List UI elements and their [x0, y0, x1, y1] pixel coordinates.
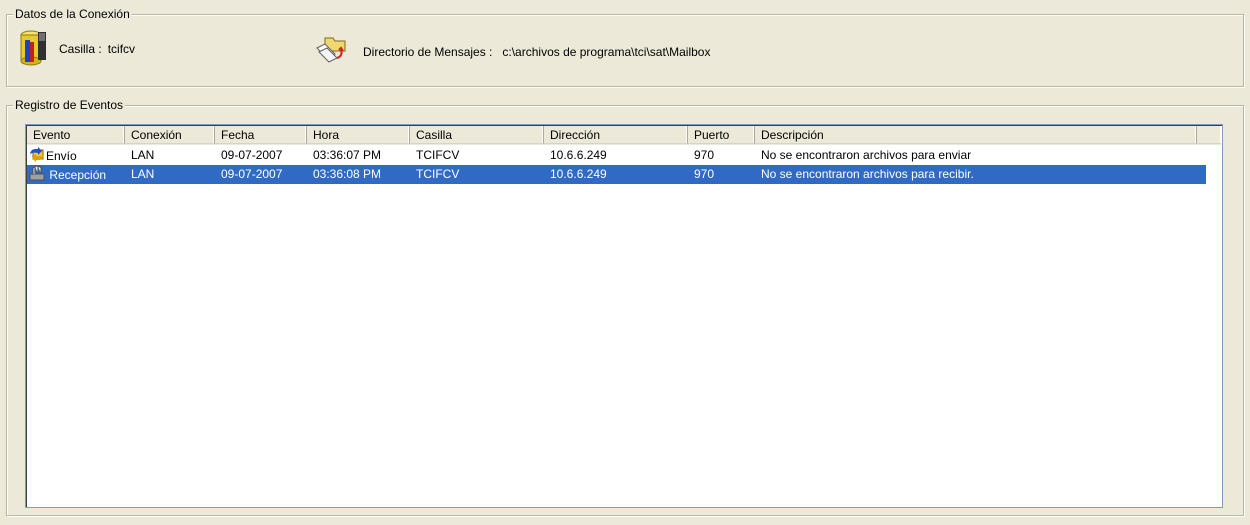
column-header-conexion[interactable]: Conexión [125, 126, 215, 144]
cell-direccion: 10.6.6.249 [550, 148, 607, 162]
events-legend: Registro de Eventos [13, 98, 126, 112]
evento-text: Recepción [49, 168, 107, 183]
connection-groupbox: Datos de la Conexión Casilla : tcifcv Di… [6, 7, 1244, 87]
cell-puerto: 970 [694, 148, 715, 162]
database-tools-icon [19, 28, 49, 69]
cell-direccion: 10.6.6.249 [550, 167, 607, 181]
connection-legend: Datos de la Conexión [13, 7, 132, 21]
casilla-value: tcifcv [107, 41, 136, 56]
evento-text: Envío [46, 149, 77, 164]
cell-evento: Envío [27, 146, 125, 165]
directorio-label: Directorio de Mensajes : [363, 44, 493, 59]
column-header-casilla[interactable]: Casilla [410, 126, 544, 144]
cell-fecha: 09-07-2007 [221, 167, 283, 181]
column-header-fecha[interactable]: Fecha [215, 126, 307, 144]
cell-hora: 03:36:08 PM [313, 167, 382, 181]
cell-descripcion: No se encontraron archivos para enviar [761, 148, 972, 162]
column-header-descripcion[interactable]: Descripción [755, 126, 1197, 144]
cell-fecha: 09-07-2007 [221, 148, 283, 162]
events-listview[interactable]: Evento Conexión Fecha Hora Casilla Direc… [25, 124, 1223, 508]
folder-transfer-icon [315, 34, 347, 69]
casilla-info: Casilla : tcifcv [19, 28, 135, 69]
cell-hora: 03:36:07 PM [313, 148, 382, 162]
listview-header: Evento Conexión Fecha Hora Casilla Direc… [27, 126, 1221, 145]
cell-evento: Recepción [27, 165, 125, 184]
cell-conexion: LAN [131, 148, 155, 162]
cell-puerto: 970 [694, 167, 715, 181]
cell-conexion: LAN [131, 167, 155, 181]
table-row-selected[interactable]: Recepción LAN 09-07-2007 03:36:08 PM TCI… [27, 165, 1206, 184]
cell-casilla: TCIFCV [416, 148, 460, 162]
directorio-info: Directorio de Mensajes : c:\archivos de … [315, 34, 710, 69]
column-header-direccion[interactable]: Dirección [544, 126, 688, 144]
column-header-hora[interactable]: Hora [307, 126, 410, 144]
cell-casilla: TCIFCV [416, 167, 460, 181]
casilla-label: Casilla : [59, 41, 102, 56]
column-header-filler [1197, 126, 1221, 144]
cell-descripcion: No se encontraron archivos para recibir. [761, 167, 974, 181]
send-arrows-icon [29, 146, 45, 165]
events-groupbox: Registro de Eventos Evento Conexión Fech… [6, 98, 1244, 516]
column-header-evento[interactable]: Evento [27, 126, 125, 144]
receive-hand-icon [29, 165, 45, 184]
table-row[interactable]: Envío LAN 09-07-2007 03:36:07 PM TCIFCV … [27, 146, 1197, 165]
directorio-value: c:\archivos de programa\tci\sat\Mailbox [502, 44, 711, 59]
column-header-puerto[interactable]: Puerto [688, 126, 755, 144]
